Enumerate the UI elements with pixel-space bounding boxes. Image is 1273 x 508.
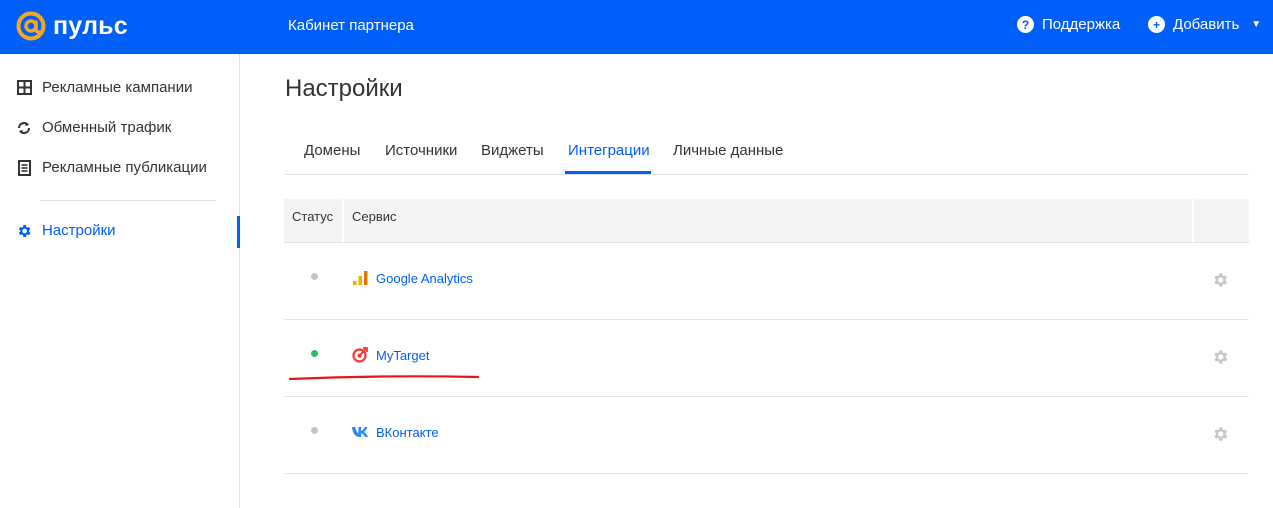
active-tab-indicator <box>565 171 651 174</box>
column-header-actions <box>1194 199 1249 242</box>
add-button[interactable]: + Добавить ▼ <box>1148 16 1261 33</box>
gear-icon[interactable] <box>1211 348 1229 366</box>
service-name: ВКонтакте <box>376 424 439 440</box>
mytarget-icon <box>351 347 369 363</box>
service-name: MyTarget <box>376 347 430 363</box>
support-label: Поддержка <box>1042 16 1121 33</box>
service-link-mytarget[interactable]: MyTarget <box>351 347 429 363</box>
sidebar-item-label: Обменный трафик <box>42 119 172 136</box>
question-icon: ? <box>1017 16 1034 33</box>
column-header-status: Статус <box>284 199 342 242</box>
service-name: Google Analytics <box>376 270 473 286</box>
logo-text: пульс <box>53 11 128 40</box>
row-divider <box>284 473 1249 474</box>
service-link-vkontakte[interactable]: ВКонтакте <box>351 424 439 440</box>
exchange-icon <box>16 120 32 136</box>
table-row: ВКонтакте <box>284 396 1249 473</box>
gear-icon[interactable] <box>1211 425 1229 443</box>
tab-widgets[interactable]: Виджеты <box>481 142 544 159</box>
plus-icon: + <box>1148 16 1165 33</box>
google-analytics-icon <box>351 270 369 286</box>
document-icon <box>16 159 32 176</box>
at-sign-icon <box>16 11 46 41</box>
tab-sources[interactable]: Источники <box>385 142 457 159</box>
sidebar-active-indicator <box>237 216 240 248</box>
sidebar-item-publications[interactable]: Рекламные публикации <box>16 159 207 176</box>
sidebar-item-settings[interactable]: Настройки <box>16 222 116 239</box>
table-row: MyTarget <box>284 319 1249 396</box>
gear-icon <box>16 223 32 239</box>
service-link-google-analytics[interactable]: Google Analytics <box>351 270 473 286</box>
column-header-service: Сервис <box>344 199 1192 242</box>
cabinet-title: Кабинет партнера <box>288 17 414 34</box>
status-dot <box>311 427 318 434</box>
table-row: Google Analytics <box>284 242 1249 319</box>
gear-icon[interactable] <box>1211 271 1229 289</box>
status-dot <box>311 273 318 280</box>
tab-domains[interactable]: Домены <box>304 142 360 159</box>
page-title: Настройки <box>285 75 403 102</box>
sidebar-item-exchange[interactable]: Обменный трафик <box>16 119 171 136</box>
vk-icon <box>351 424 369 440</box>
sidebar-item-label: Рекламные публикации <box>42 159 207 176</box>
sidebar-item-label: Рекламные кампании <box>42 79 193 96</box>
sidebar-item-label: Настройки <box>42 222 116 239</box>
sidebar-item-campaigns[interactable]: Рекламные кампании <box>16 79 192 96</box>
chevron-down-icon: ▼ <box>1251 19 1262 30</box>
sidebar: Рекламные кампании Обменный трафик Рекла… <box>0 54 240 508</box>
support-link[interactable]: ? Поддержка <box>1017 16 1120 33</box>
add-label: Добавить <box>1173 16 1240 33</box>
status-dot <box>311 350 318 357</box>
tab-personal-data[interactable]: Личные данные <box>673 142 783 159</box>
grid-icon <box>16 80 32 96</box>
tab-bar: Домены Источники Виджеты Интеграции Личн… <box>284 130 1249 175</box>
table-header: Статус Сервис <box>284 199 1249 242</box>
top-bar: пульс Кабинет партнера ? Поддержка + Доб… <box>0 0 1273 54</box>
logo[interactable]: пульс <box>15 10 128 42</box>
sidebar-divider <box>40 200 216 201</box>
tab-integrations[interactable]: Интеграции <box>568 142 650 159</box>
